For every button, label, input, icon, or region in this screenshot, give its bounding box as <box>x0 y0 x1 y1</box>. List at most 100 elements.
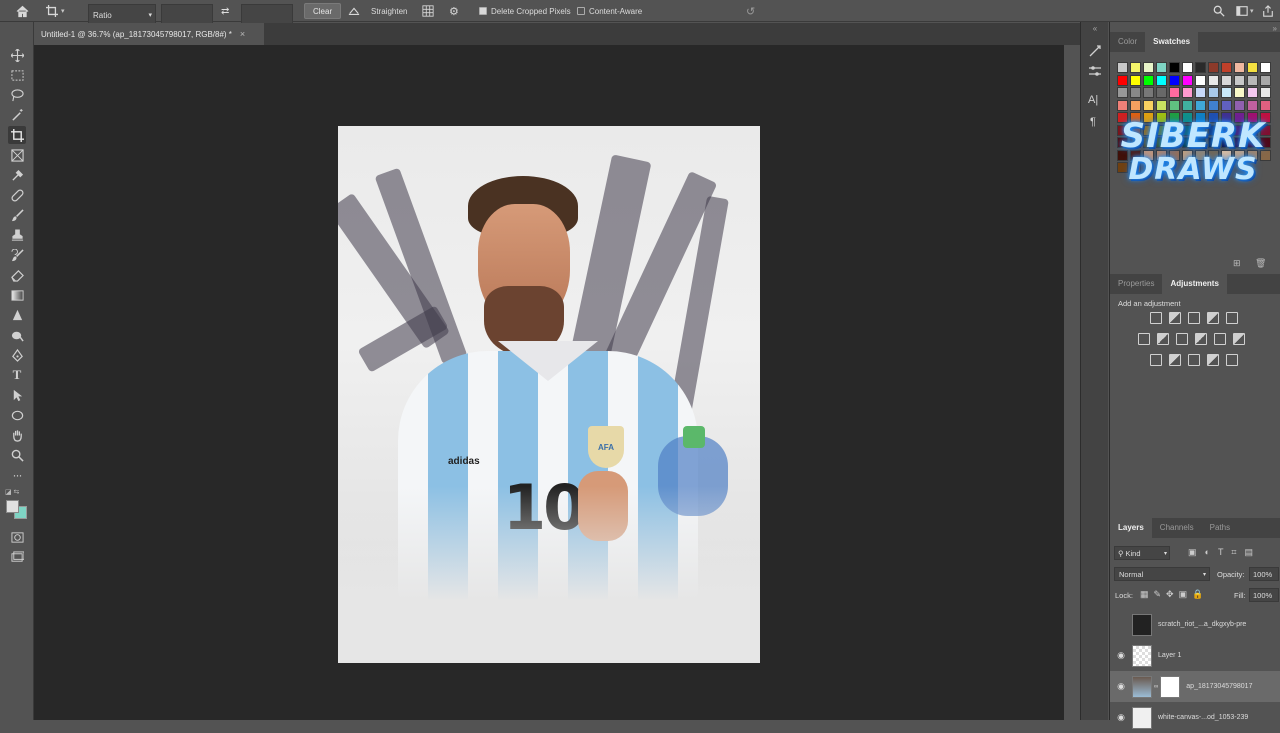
tab-adjustments[interactable]: Adjustments <box>1162 274 1227 294</box>
black-white-icon[interactable] <box>1176 333 1188 345</box>
layer-row[interactable]: ◉ white-canvas-...od_1053-239 <box>1110 702 1280 733</box>
color-swatch[interactable] <box>1117 62 1128 73</box>
color-swatch[interactable] <box>1169 74 1180 86</box>
share-icon[interactable] <box>1262 0 1276 22</box>
color-swatch[interactable] <box>1182 87 1193 98</box>
zoom-tool-icon[interactable] <box>8 446 26 464</box>
crop-tool-icon[interactable] <box>8 126 26 144</box>
color-swatch[interactable] <box>1169 87 1180 98</box>
color-swatch[interactable] <box>1156 87 1167 98</box>
trash-icon[interactable]: 🗑 <box>1255 258 1266 269</box>
color-swatch[interactable] <box>1208 87 1219 98</box>
magic-wand-tool-icon[interactable] <box>8 106 26 124</box>
color-swatch[interactable] <box>1208 62 1219 73</box>
color-swatch[interactable] <box>1234 87 1245 98</box>
history-panel-icon[interactable] <box>1088 44 1102 58</box>
color-swatch[interactable] <box>1234 74 1245 86</box>
pen-tool-icon[interactable] <box>8 346 26 364</box>
tab-color[interactable]: Color <box>1110 32 1145 52</box>
properties-panel-icon[interactable] <box>1088 64 1102 78</box>
paragraph-panel-icon[interactable]: ¶ <box>1090 116 1104 130</box>
color-swatch[interactable] <box>1234 62 1245 73</box>
color-swatch[interactable] <box>1130 74 1141 86</box>
blur-tool-icon[interactable] <box>8 306 26 324</box>
channel-mixer-icon[interactable] <box>1214 333 1226 345</box>
layer-mask-thumbnail[interactable] <box>1160 675 1181 698</box>
curves-icon[interactable] <box>1188 312 1200 324</box>
type-tool-icon[interactable]: T <box>8 366 26 384</box>
color-swatch[interactable] <box>1247 74 1258 86</box>
layer-row-selected[interactable]: ◉ ∞ ap_18173045798017 <box>1110 671 1280 702</box>
eraser-tool-icon[interactable] <box>8 266 26 284</box>
hue-saturation-icon[interactable] <box>1138 333 1150 345</box>
color-swatch[interactable] <box>1182 74 1193 86</box>
color-swatch[interactable] <box>1221 87 1232 98</box>
hand-tool-icon[interactable] <box>8 426 26 444</box>
default-colors-icon[interactable]: ◪ ⇆ <box>5 488 29 496</box>
color-swatch[interactable] <box>1156 74 1167 86</box>
crop-tool-preset-icon[interactable]: ▾ <box>46 0 70 22</box>
gradient-tool-icon[interactable] <box>8 286 26 304</box>
straighten-label[interactable]: Straighten <box>371 0 407 22</box>
exposure-icon[interactable] <box>1207 312 1219 324</box>
delete-cropped-pixels-option[interactable]: Delete Cropped Pixels <box>479 0 571 22</box>
new-swatch-icon[interactable]: ⊞ <box>1233 258 1241 269</box>
color-swatch[interactable] <box>1130 87 1141 98</box>
color-swatch[interactable] <box>1195 74 1206 86</box>
brightness-contrast-icon[interactable] <box>1150 312 1162 324</box>
color-swatch[interactable] <box>1156 62 1167 73</box>
eye-icon[interactable]: ◉ <box>1110 681 1132 692</box>
color-swatch[interactable] <box>1195 87 1206 98</box>
color-swatch[interactable] <box>1143 87 1154 98</box>
document-tab[interactable]: Untitled-1 @ 36.7% (ap_18173045798017, R… <box>34 23 264 45</box>
marquee-tool-icon[interactable] <box>8 66 26 84</box>
eye-icon[interactable]: ◉ <box>1110 712 1132 723</box>
color-swatch[interactable] <box>1260 87 1271 98</box>
tab-layers[interactable]: Layers <box>1110 518 1152 538</box>
lasso-tool-icon[interactable] <box>8 86 26 104</box>
brush-tool-icon[interactable] <box>8 206 26 224</box>
tab-swatches[interactable]: Swatches <box>1145 32 1199 52</box>
character-panel-icon[interactable]: A| <box>1088 94 1102 108</box>
content-aware-checkbox[interactable] <box>577 7 585 15</box>
document-canvas[interactable]: adidas AFA 10 <box>338 126 760 663</box>
history-brush-tool-icon[interactable] <box>8 246 26 264</box>
color-swatch[interactable] <box>1260 74 1271 86</box>
reset-icon[interactable]: ↺ <box>746 0 760 22</box>
more-tools-icon[interactable]: ··· <box>8 466 26 484</box>
layer-filter-icons[interactable]: ▣◐T⌗▤ <box>1188 547 1261 558</box>
close-tab-icon[interactable]: × <box>240 29 245 39</box>
color-swatch[interactable] <box>1169 62 1180 73</box>
eye-icon[interactable]: ◉ <box>1110 650 1132 661</box>
path-selection-tool-icon[interactable] <box>8 386 26 404</box>
frame-tool-icon[interactable] <box>8 146 26 164</box>
selective-color-icon[interactable] <box>1226 354 1238 366</box>
ellipse-tool-icon[interactable] <box>8 406 26 424</box>
quick-mask-icon[interactable] <box>8 528 26 546</box>
opacity-input[interactable]: 100% <box>1249 567 1279 581</box>
clear-button[interactable]: Clear <box>304 3 342 19</box>
healing-brush-tool-icon[interactable] <box>8 186 26 204</box>
straighten-icon[interactable] <box>348 0 362 22</box>
layer-filter-select[interactable]: ⚲ Kind ▾ <box>1114 546 1170 560</box>
color-swatch[interactable] <box>1117 74 1128 86</box>
content-aware-option[interactable]: Content-Aware <box>577 0 642 22</box>
fill-input[interactable]: 100% <box>1249 588 1279 602</box>
color-swatch[interactable] <box>1117 87 1128 98</box>
layer-row[interactable]: ◉ Layer 1 <box>1110 640 1280 671</box>
layer-row[interactable]: scratch_riot_...a_dkgxyb-pre <box>1110 609 1280 640</box>
move-tool-icon[interactable] <box>8 46 26 64</box>
foreground-color-swatch[interactable] <box>6 500 19 513</box>
color-swatch[interactable] <box>1208 74 1219 86</box>
tab-channels[interactable]: Channels <box>1152 518 1202 538</box>
gradient-map-icon[interactable] <box>1207 354 1219 366</box>
color-balance-icon[interactable] <box>1157 333 1169 345</box>
photo-filter-icon[interactable] <box>1195 333 1207 345</box>
overlay-grid-icon[interactable] <box>422 0 436 22</box>
color-swatch[interactable] <box>1221 74 1232 86</box>
color-swatch[interactable] <box>1143 62 1154 73</box>
delete-cropped-checkbox[interactable] <box>479 7 487 15</box>
color-swatch[interactable] <box>1182 62 1193 73</box>
levels-icon[interactable] <box>1169 312 1181 324</box>
invert-icon[interactable] <box>1150 354 1162 366</box>
